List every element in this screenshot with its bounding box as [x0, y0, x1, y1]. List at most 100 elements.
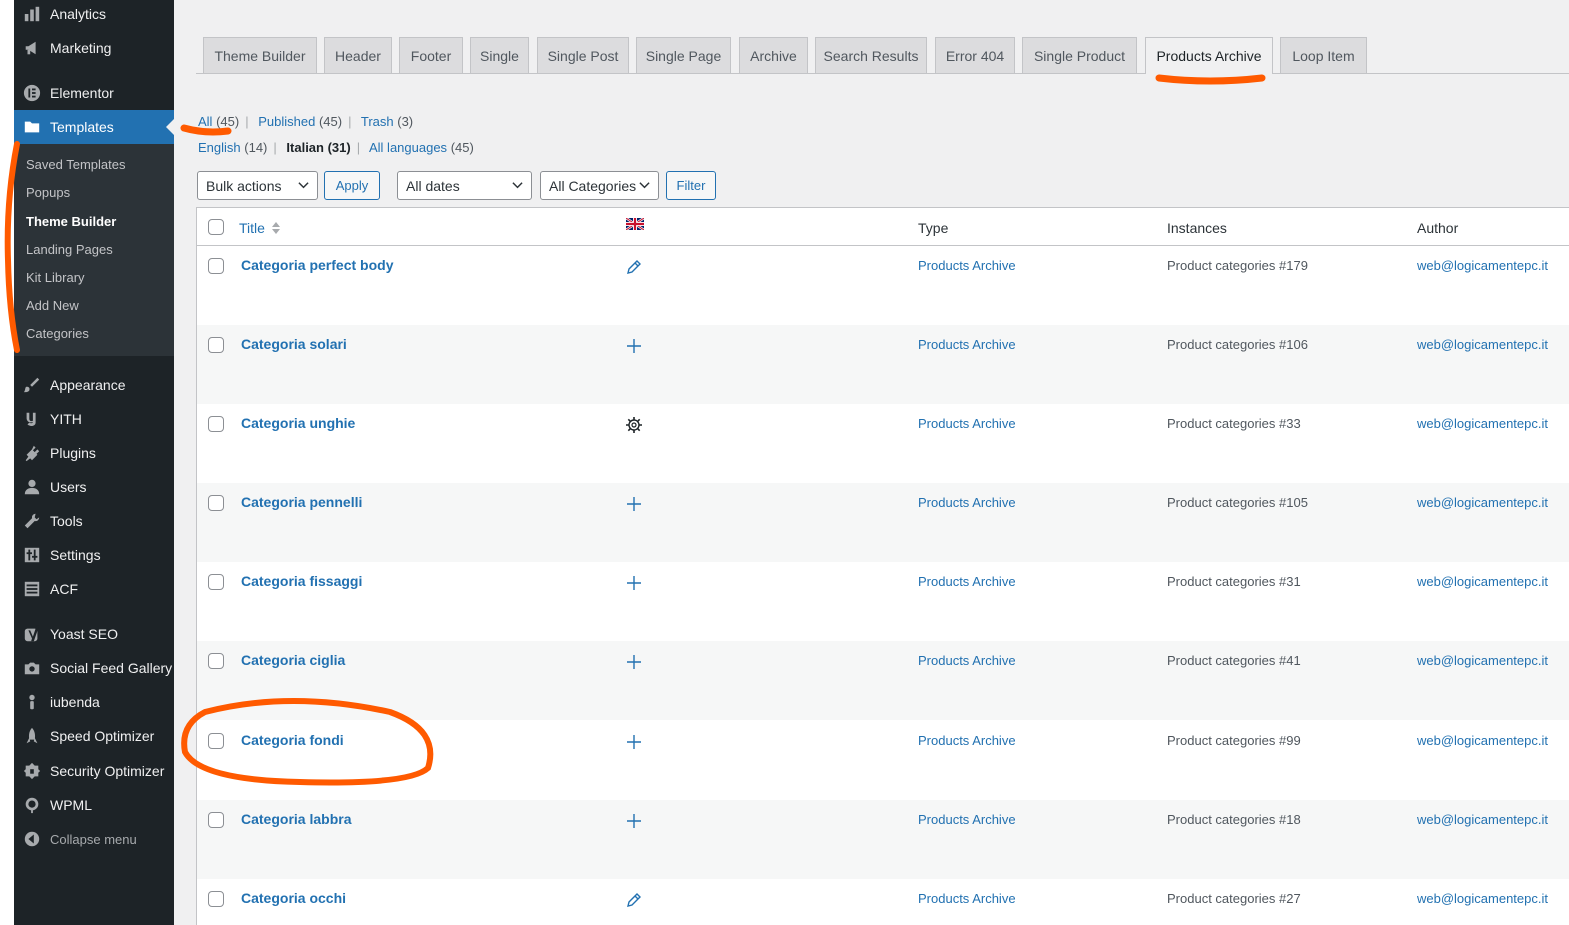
- tab-header[interactable]: Header: [324, 37, 392, 73]
- row-type-link[interactable]: Products Archive: [918, 653, 1016, 668]
- plus-icon[interactable]: [625, 495, 643, 513]
- tab-loop-item[interactable]: Loop Item: [1280, 37, 1367, 73]
- plus-icon[interactable]: [625, 812, 643, 830]
- row-type-link[interactable]: Products Archive: [918, 812, 1016, 827]
- apply-button[interactable]: Apply: [324, 171, 380, 200]
- sidebar-item-social-feed-gallery[interactable]: Social Feed Gallery: [14, 651, 174, 685]
- row-author-link[interactable]: web@logicamentepc.it: [1417, 574, 1548, 589]
- submenu-add-new[interactable]: Add New: [26, 298, 79, 313]
- tab-theme-builder[interactable]: Theme Builder: [203, 37, 317, 73]
- sidebar-item-label: Analytics: [50, 6, 107, 22]
- row-type-link[interactable]: Products Archive: [918, 891, 1016, 906]
- tab-single-product[interactable]: Single Product: [1022, 37, 1137, 73]
- tab-products-archive[interactable]: Products Archive: [1145, 37, 1273, 74]
- row-author-link[interactable]: web@logicamentepc.it: [1417, 812, 1548, 827]
- select-all-checkbox[interactable]: [208, 219, 224, 235]
- submenu-landing-pages[interactable]: Landing Pages: [26, 242, 113, 257]
- tab-search-results[interactable]: Search Results: [815, 37, 927, 73]
- sidebar-item-acf[interactable]: ACF: [14, 572, 174, 606]
- sidebar-item-security-optimizer[interactable]: Security Optimizer: [14, 754, 174, 788]
- submenu-categories[interactable]: Categories: [26, 326, 89, 341]
- dates-select[interactable]: All dates: [397, 171, 532, 200]
- language-english-link[interactable]: English: [198, 140, 241, 155]
- row-checkbox[interactable]: [208, 733, 224, 749]
- row-type-link[interactable]: Products Archive: [918, 574, 1016, 589]
- status-published-link[interactable]: Published: [258, 114, 315, 129]
- row-title-link[interactable]: Categoria pennelli: [241, 494, 362, 510]
- row-checkbox[interactable]: [208, 337, 224, 353]
- status-trash-link[interactable]: Trash: [361, 114, 394, 129]
- row-title-link[interactable]: Categoria fondi: [241, 732, 344, 748]
- status-all-link[interactable]: All: [198, 114, 212, 129]
- table-row: Categoria perfect body Products Archive …: [197, 246, 1569, 325]
- bulk-actions-select[interactable]: Bulk actions: [197, 171, 318, 200]
- sidebar-item-elementor[interactable]: Elementor: [14, 76, 174, 110]
- sidebar-item-templates[interactable]: Templates: [14, 110, 174, 144]
- sidebar-item-settings[interactable]: Settings: [14, 538, 174, 572]
- row-title-link[interactable]: Categoria labbra: [241, 811, 351, 827]
- submenu-popups[interactable]: Popups: [26, 185, 70, 200]
- row-checkbox[interactable]: [208, 653, 224, 669]
- row-title-link[interactable]: Categoria fissaggi: [241, 573, 362, 589]
- sidebar-item-users[interactable]: Users: [14, 470, 174, 504]
- row-type-link[interactable]: Products Archive: [918, 495, 1016, 510]
- pencil-icon[interactable]: [625, 258, 643, 276]
- row-title-link[interactable]: Categoria ciglia: [241, 652, 345, 668]
- row-checkbox[interactable]: [208, 495, 224, 511]
- wrench-icon: [14, 512, 50, 530]
- plus-icon[interactable]: [625, 337, 643, 355]
- collapse-menu-button[interactable]: Collapse menu: [14, 822, 174, 856]
- plus-icon[interactable]: [625, 733, 643, 751]
- annotation-tab-underline: [1155, 74, 1266, 85]
- row-author-link[interactable]: web@logicamentepc.it: [1417, 495, 1548, 510]
- submenu-saved-templates[interactable]: Saved Templates: [26, 157, 126, 172]
- tab-error-404[interactable]: Error 404: [935, 37, 1015, 73]
- row-type-link[interactable]: Products Archive: [918, 733, 1016, 748]
- row-author-link[interactable]: web@logicamentepc.it: [1417, 258, 1548, 273]
- sidebar-item-marketing[interactable]: Marketing: [14, 31, 174, 65]
- tab-single-page[interactable]: Single Page: [636, 37, 731, 73]
- row-author-link[interactable]: web@logicamentepc.it: [1417, 891, 1548, 906]
- row-checkbox[interactable]: [208, 891, 224, 907]
- sidebar-item-iubenda[interactable]: iubenda: [14, 685, 174, 719]
- tab-single[interactable]: Single: [470, 37, 529, 73]
- plus-icon[interactable]: [625, 653, 643, 671]
- sidebar-item-label: Yoast SEO: [50, 626, 118, 642]
- sidebar-item-wpml[interactable]: WPML: [14, 788, 174, 822]
- filter-button[interactable]: Filter: [666, 171, 716, 200]
- sidebar-item-appearance[interactable]: Appearance: [14, 368, 174, 402]
- row-author-link[interactable]: web@logicamentepc.it: [1417, 733, 1548, 748]
- row-title-link[interactable]: Categoria occhi: [241, 890, 346, 906]
- tab-archive[interactable]: Archive: [739, 37, 808, 73]
- row-author-link[interactable]: web@logicamentepc.it: [1417, 416, 1548, 431]
- categories-select[interactable]: All Categories: [540, 171, 659, 200]
- row-type-link[interactable]: Products Archive: [918, 258, 1016, 273]
- sidebar-item-yoast-seo[interactable]: Yoast SEO: [14, 617, 174, 651]
- row-title-link[interactable]: Categoria perfect body: [241, 257, 393, 273]
- tab-single-post[interactable]: Single Post: [537, 37, 629, 73]
- row-checkbox[interactable]: [208, 258, 224, 274]
- plus-icon[interactable]: [625, 574, 643, 592]
- pencil-icon[interactable]: [625, 891, 643, 909]
- language-all-link[interactable]: All languages: [369, 140, 447, 155]
- row-checkbox[interactable]: [208, 812, 224, 828]
- row-author-link[interactable]: web@logicamentepc.it: [1417, 653, 1548, 668]
- row-title-link[interactable]: Categoria solari: [241, 336, 347, 352]
- sidebar-item-tools[interactable]: Tools: [14, 504, 174, 538]
- row-type-link[interactable]: Products Archive: [918, 416, 1016, 431]
- title-column-header[interactable]: Title: [239, 220, 281, 236]
- gear-icon[interactable]: [625, 416, 643, 434]
- sidebar-item-yith[interactable]: YITH: [14, 402, 174, 436]
- table-header: Title Type Instances Author: [197, 208, 1569, 246]
- tab-footer[interactable]: Footer: [399, 37, 463, 73]
- row-author-link[interactable]: web@logicamentepc.it: [1417, 337, 1548, 352]
- row-checkbox[interactable]: [208, 574, 224, 590]
- row-checkbox[interactable]: [208, 416, 224, 432]
- submenu-kit-library[interactable]: Kit Library: [26, 270, 85, 285]
- sidebar-item-plugins[interactable]: Plugins: [14, 436, 174, 470]
- sidebar-item-speed-optimizer[interactable]: Speed Optimizer: [14, 719, 174, 753]
- submenu-theme-builder[interactable]: Theme Builder: [26, 214, 116, 229]
- row-title-link[interactable]: Categoria unghie: [241, 415, 355, 431]
- sidebar-item-analytics[interactable]: Analytics: [14, 0, 174, 31]
- row-type-link[interactable]: Products Archive: [918, 337, 1016, 352]
